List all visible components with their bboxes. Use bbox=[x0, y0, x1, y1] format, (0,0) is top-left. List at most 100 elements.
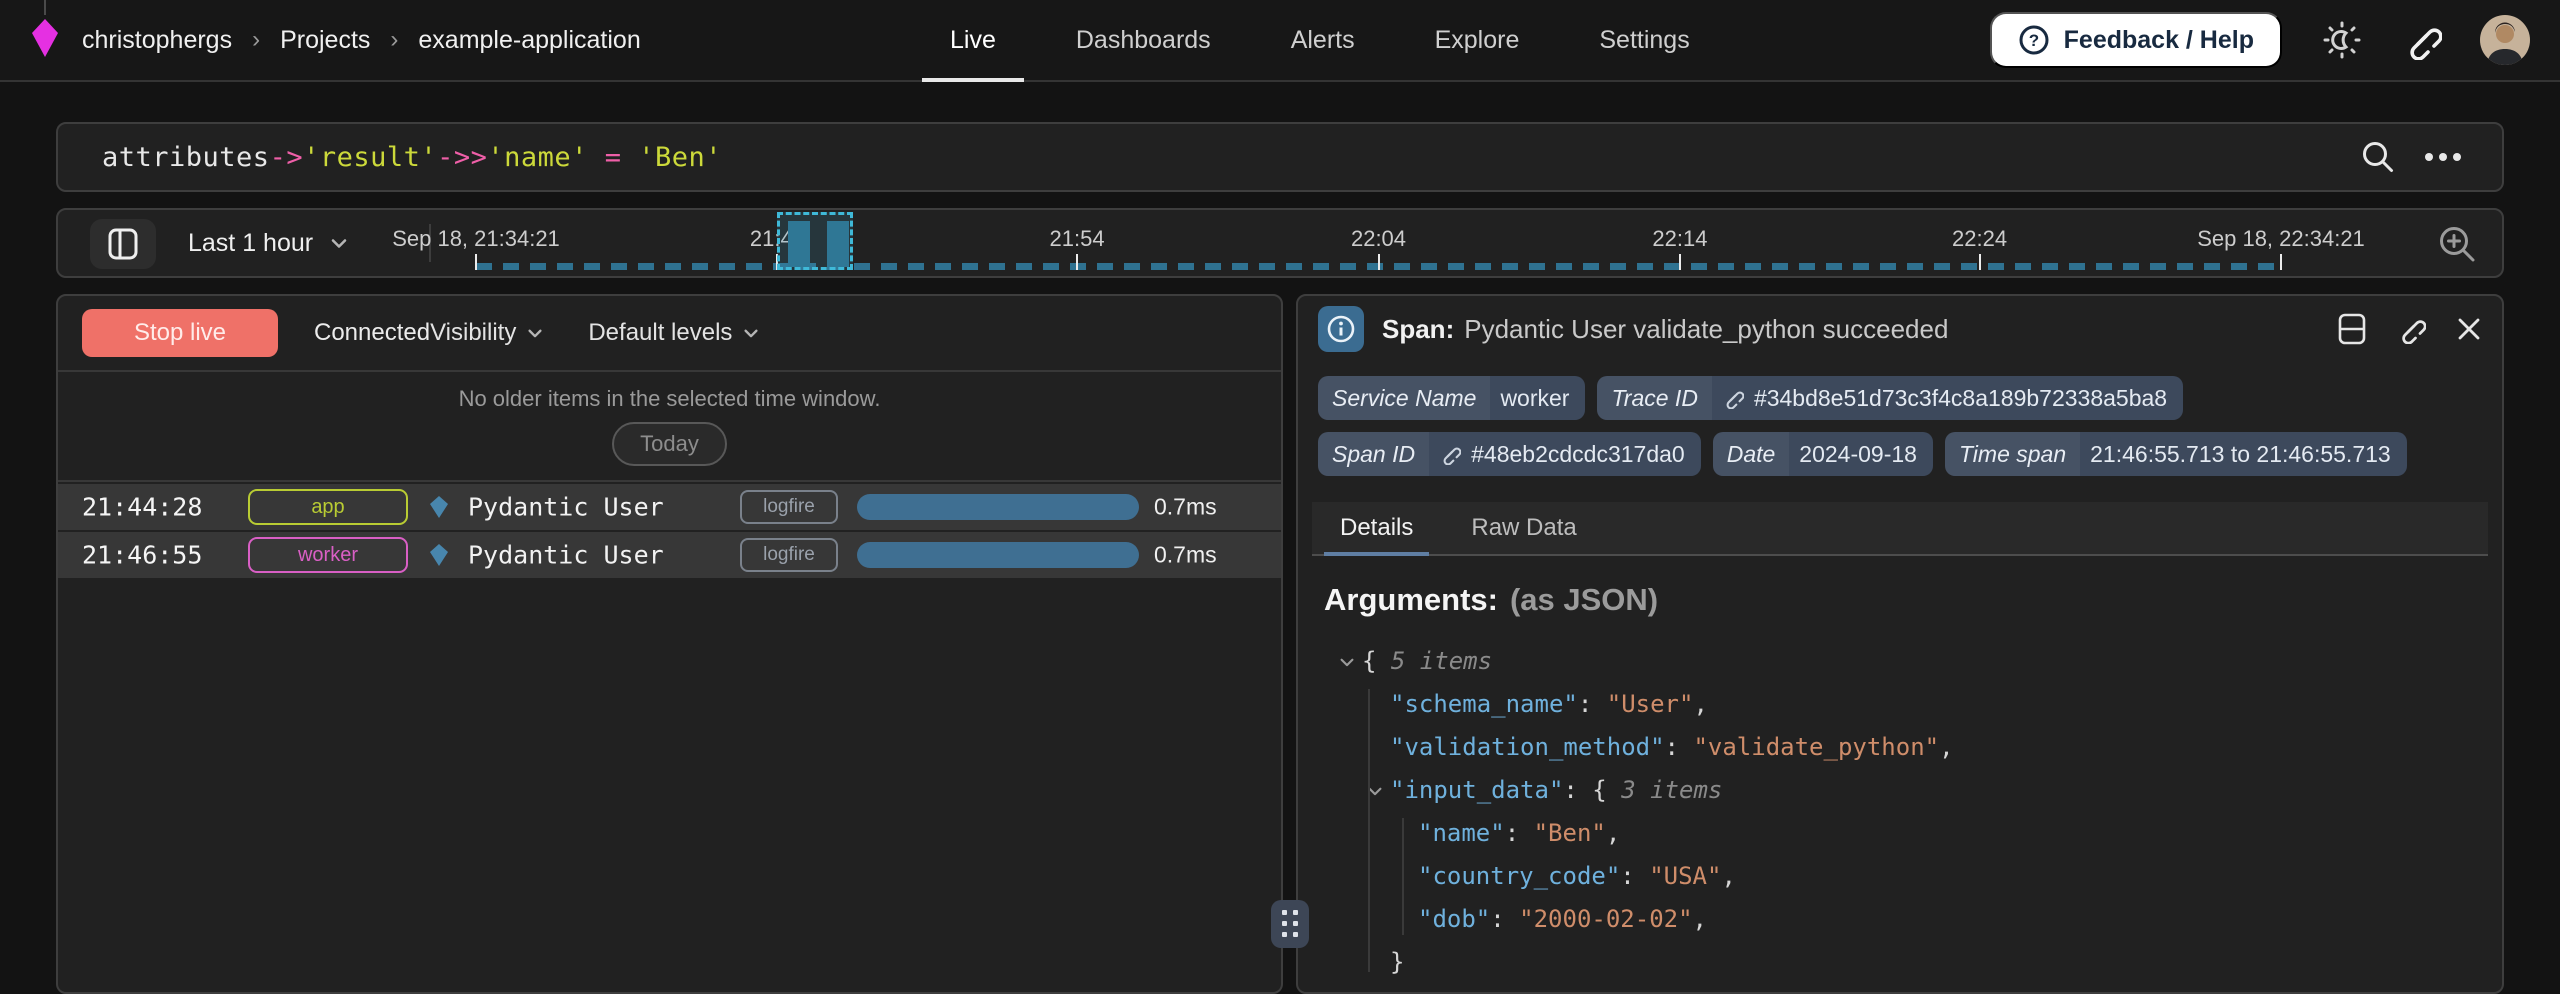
meta-badge-label: Service Name bbox=[1318, 376, 1490, 420]
nav-actions: ? Feedback / Help bbox=[1990, 0, 2530, 80]
meta-value-text: 21:46:55.713 to 21:46:55.713 bbox=[2090, 441, 2391, 468]
json-str: "2000-02-02" bbox=[1519, 905, 1692, 933]
tab-details[interactable]: Details bbox=[1324, 502, 1429, 554]
query-token: -> bbox=[270, 142, 304, 173]
search-icon[interactable] bbox=[2360, 139, 2396, 175]
nav-tab-live[interactable]: Live bbox=[922, 0, 1024, 80]
timeline-tick-mark bbox=[1979, 254, 1981, 270]
duration-bar bbox=[857, 494, 1139, 520]
meta-badge-label: Time span bbox=[1945, 432, 2080, 476]
sidebar-toggle-button[interactable] bbox=[90, 219, 156, 269]
sidebar-toggle-icon bbox=[108, 228, 138, 260]
breadcrumb-separator: › bbox=[390, 26, 398, 54]
link-icon[interactable] bbox=[1439, 443, 1461, 465]
timeline-tick-label: 21:54 bbox=[1050, 226, 1105, 252]
meta-badge-value: 21:46:55.713 to 21:46:55.713 bbox=[2080, 441, 2407, 468]
nav-tab-alerts[interactable]: Alerts bbox=[1263, 0, 1383, 80]
json-punc: : bbox=[1620, 862, 1649, 890]
log-timestamp: 21:46:55 bbox=[82, 541, 202, 570]
json-key: "validation_method" bbox=[1390, 733, 1665, 761]
split-view-icon[interactable] bbox=[2338, 313, 2366, 345]
log-row[interactable]: 21:44:28appPydantic Userlogfire0.7ms bbox=[58, 484, 1281, 530]
meta-badge-label: Span ID bbox=[1318, 432, 1429, 476]
feedback-help-button[interactable]: ? Feedback / Help bbox=[1990, 12, 2282, 68]
json-punc: , bbox=[1939, 733, 1953, 761]
log-title: Pydantic User bbox=[468, 541, 664, 570]
meta-value-text: #34bd8e51d73c3f4c8a189b72338a5ba8 bbox=[1754, 385, 2167, 412]
timeline-tick-label: 22:24 bbox=[1952, 226, 2007, 252]
timeline-track[interactable]: Sep 18, 21:34:2121:4421:5422:0422:1422:2… bbox=[476, 210, 2281, 270]
log-timestamp: 21:44:28 bbox=[82, 493, 202, 522]
more-options-icon[interactable] bbox=[2424, 152, 2462, 162]
time-range-dropdown[interactable]: Last 1 hour bbox=[188, 210, 349, 276]
span-title: Span:Pydantic User validate_python succe… bbox=[1382, 314, 1948, 345]
query-bar[interactable]: attributes->'result'->>'name' = 'Ben' bbox=[56, 122, 2504, 192]
json-punc: , bbox=[1721, 862, 1735, 890]
json-str: "User" bbox=[1607, 690, 1694, 718]
json-line: "dob": "2000-02-02", bbox=[1324, 898, 2476, 941]
timeline-tick-mark bbox=[2280, 254, 2282, 270]
breadcrumb-item[interactable]: Projects bbox=[280, 26, 370, 55]
meta-badge-time-span: Time span 21:46:55.713 to 21:46:55.713 bbox=[1945, 432, 2407, 476]
live-panel-header: Stop live Connected Visibility Default l… bbox=[58, 296, 1281, 372]
arguments-title: Arguments: bbox=[1324, 582, 1498, 617]
histogram-bar bbox=[827, 221, 849, 267]
zoom-in-icon[interactable] bbox=[2436, 223, 2478, 265]
meta-badge-value: worker bbox=[1490, 385, 1585, 412]
json-line: "name": "Ben", bbox=[1324, 812, 2476, 855]
panel-resize-handle[interactable] bbox=[1271, 900, 1309, 948]
breadcrumb-separator: › bbox=[252, 26, 260, 54]
arguments-subtitle: (as JSON) bbox=[1510, 582, 1658, 617]
detail-content: Arguments:(as JSON) { 5 items"schema_nam… bbox=[1298, 556, 2502, 984]
log-title: Pydantic User bbox=[468, 493, 664, 522]
meta-badge-value: #48eb2cdcdc317da0 bbox=[1429, 441, 1701, 468]
meta-badge-value: #34bd8e51d73c3f4c8a189b72338a5ba8 bbox=[1712, 385, 2183, 412]
time-range-label: Last 1 hour bbox=[188, 229, 313, 258]
brand-diamond-icon bbox=[31, 17, 59, 59]
log-row[interactable]: 21:46:55workerPydantic Userlogfire0.7ms bbox=[58, 532, 1281, 578]
copy-link-icon[interactable] bbox=[2396, 314, 2426, 344]
theme-toggle-icon[interactable] bbox=[2320, 18, 2364, 62]
visibility-dropdown[interactable]: Visibility bbox=[430, 319, 544, 347]
timeline-selection[interactable] bbox=[777, 212, 853, 270]
json-key: "schema_name" bbox=[1390, 690, 1578, 718]
json-line: { 5 items bbox=[1324, 640, 2476, 683]
span-title-text: Pydantic User validate_python succeeded bbox=[1464, 314, 1948, 344]
date-chip: Today bbox=[612, 422, 727, 466]
default-levels-dropdown[interactable]: Default levels bbox=[588, 319, 760, 347]
collapse-caret-icon[interactable] bbox=[1338, 653, 1362, 671]
json-line: "schema_name": "User", bbox=[1324, 683, 2476, 726]
json-punc: : bbox=[1665, 733, 1694, 761]
tab-raw-data[interactable]: Raw Data bbox=[1455, 502, 1592, 554]
span-info-icon bbox=[1318, 306, 1364, 352]
breadcrumb-item[interactable]: example-application bbox=[418, 26, 640, 55]
meta-value-text: worker bbox=[1500, 385, 1569, 412]
share-link-icon[interactable] bbox=[2402, 20, 2442, 60]
breadcrumb: christophergs › Projects › example-applicati… bbox=[82, 26, 641, 55]
json-key: "dob" bbox=[1418, 905, 1490, 933]
arguments-heading: Arguments: (as JSON) bbox=[1324, 582, 2476, 618]
json-line: "input_data": { 3 items bbox=[1324, 769, 2476, 812]
query-input[interactable]: attributes->'result'->>'name' = 'Ben' bbox=[102, 142, 2360, 173]
stop-live-button[interactable]: Stop live bbox=[82, 309, 278, 357]
link-icon[interactable] bbox=[1722, 387, 1744, 409]
close-icon[interactable] bbox=[2456, 316, 2482, 342]
histogram-bar bbox=[788, 221, 810, 267]
nav-tab-dashboards[interactable]: Dashboards bbox=[1048, 0, 1239, 80]
time-range-bar: Last 1 hour Sep 18, 21:34:2121:4421:5422… bbox=[56, 208, 2504, 278]
user-avatar[interactable] bbox=[2480, 15, 2530, 65]
meta-badge-label: Date bbox=[1713, 432, 1790, 476]
logo-stem bbox=[44, 0, 46, 15]
chevron-down-icon bbox=[329, 233, 349, 253]
span-diamond-icon bbox=[430, 496, 448, 518]
nav-tab-explore[interactable]: Explore bbox=[1407, 0, 1548, 80]
json-punc: , bbox=[1693, 690, 1707, 718]
breadcrumb-item[interactable]: christophergs bbox=[82, 26, 232, 55]
json-str: "USA" bbox=[1649, 862, 1721, 890]
nav-tab-settings[interactable]: Settings bbox=[1571, 0, 1717, 80]
detail-tabs: Details Raw Data bbox=[1312, 502, 2488, 556]
json-punc: : bbox=[1490, 905, 1519, 933]
timeline-tick-mark bbox=[1679, 254, 1681, 270]
logfire-logo[interactable] bbox=[30, 0, 60, 81]
span-meta-badges: Service NameworkerTrace ID#34bd8e51d73c3… bbox=[1298, 362, 2502, 476]
